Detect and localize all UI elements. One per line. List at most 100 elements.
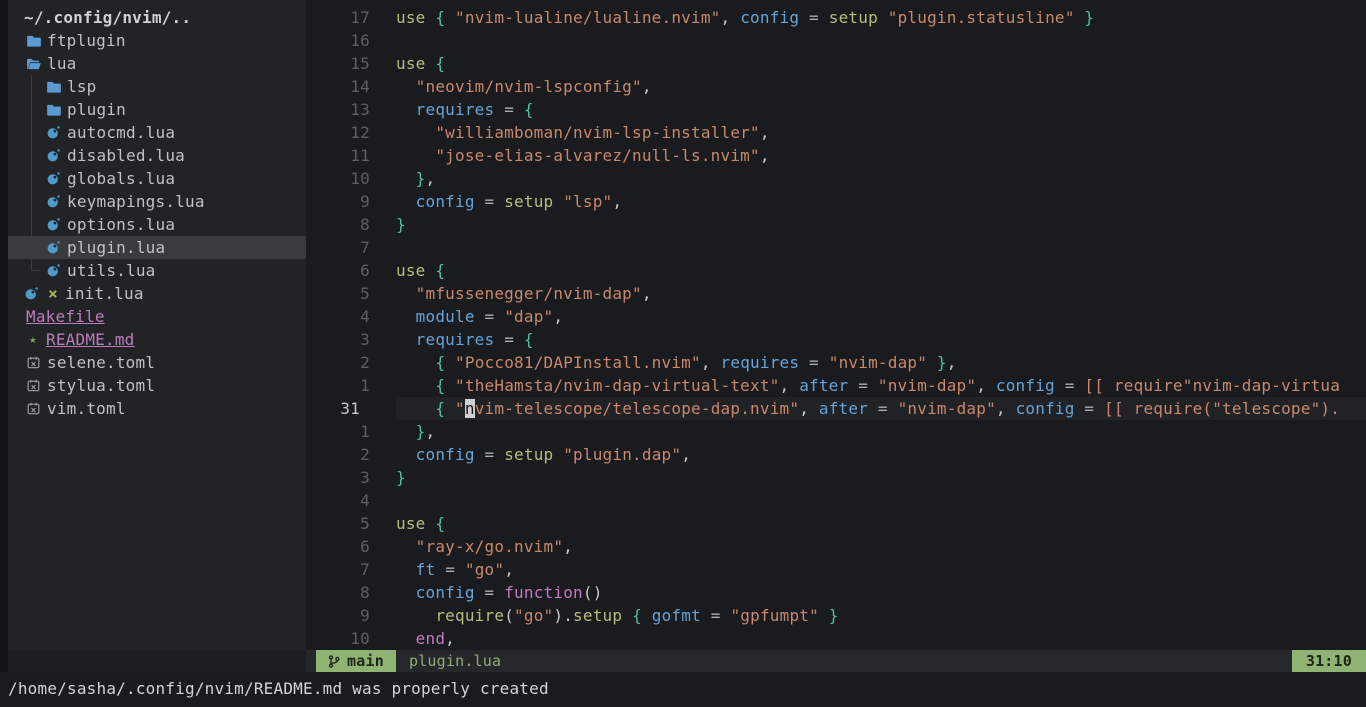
code-line[interactable]: 5use { xyxy=(306,512,1366,535)
code-line[interactable]: 15use { xyxy=(306,52,1366,75)
code-token xyxy=(396,583,416,602)
tree-item-lsp[interactable]: lsp xyxy=(8,75,306,98)
code-line[interactable]: 4 module = "dap", xyxy=(306,305,1366,328)
code-line-text: { "theHamsta/nvim-dap-virtual-text", aft… xyxy=(396,374,1366,397)
code-line-text: }, xyxy=(396,167,1366,190)
tree-item-readme-md[interactable]: ★README.md xyxy=(8,328,306,351)
code-line[interactable]: 8 config = function() xyxy=(306,581,1366,604)
code-line[interactable]: 10 }, xyxy=(306,167,1366,190)
tree-item-init-lua[interactable]: ×init.lua xyxy=(8,282,306,305)
tree-item-makefile[interactable]: Makefile xyxy=(8,305,306,328)
code-line[interactable]: 13 requires = { xyxy=(306,98,1366,121)
code-token: () xyxy=(583,583,603,602)
code-token: = xyxy=(485,307,495,326)
code-token: , xyxy=(701,353,721,372)
editor-pane[interactable]: 1 7 use { "nvim-lualine/lualine.nvim", con… xyxy=(306,0,1366,650)
code-token xyxy=(494,100,504,119)
code-line[interactable]: 5 "mfussenegger/nvim-dap", xyxy=(306,282,1366,305)
code-token: { xyxy=(524,330,534,349)
tree-root-path[interactable]: ~/.config/nvim/.. xyxy=(8,6,306,29)
tree-item-keymapings-lua[interactable]: keymapings.lua xyxy=(8,190,306,213)
line-number: 16 xyxy=(306,29,396,52)
code-line[interactable]: 31 { "nvim-telescope/telescope-dap.nvim"… xyxy=(306,397,1366,420)
code-token: vim-telescope/telescope-dap.nvim" xyxy=(475,399,799,418)
code-token: [[ require("telescope"). xyxy=(1104,399,1340,418)
code-token xyxy=(445,353,455,372)
tree-item-utils-lua[interactable]: utils.lua xyxy=(8,259,306,282)
lua-icon xyxy=(46,126,61,139)
code-line[interactable]: 6 "ray-x/go.nvim", xyxy=(306,535,1366,558)
code-line[interactable]: 12 "williamboman/nvim-lsp-installer", xyxy=(306,121,1366,144)
toml-icon xyxy=(26,379,41,392)
tree-item-vim-toml[interactable]: vim.toml xyxy=(8,397,306,420)
code-token: = xyxy=(504,330,514,349)
line-number: 9 xyxy=(306,604,396,627)
tree-item-globals-lua[interactable]: globals.lua xyxy=(8,167,306,190)
code-token xyxy=(445,8,455,27)
code-token: = xyxy=(485,583,495,602)
code-token: = xyxy=(809,8,819,27)
code-line[interactable]: 7 ft = "go", xyxy=(306,558,1366,581)
code-line[interactable]: 9 config = setup "lsp", xyxy=(306,190,1366,213)
line-number: 10 xyxy=(306,627,396,650)
star-icon: ★ xyxy=(26,328,40,351)
code-line[interactable]: 10 end, xyxy=(306,627,1366,650)
code-line[interactable]: 4 xyxy=(306,489,1366,512)
code-token xyxy=(494,192,504,211)
tree-item-disabled-lua[interactable]: disabled.lua xyxy=(8,144,306,167)
tree-indent-guide-corner xyxy=(31,270,41,271)
statusline: main plugin.lua 31:10 xyxy=(306,650,1366,672)
code-line[interactable]: 7 xyxy=(306,236,1366,259)
code-line[interactable]: 11 "jose-elias-alvarez/null-ls.nvim", xyxy=(306,144,1366,167)
code-token: , xyxy=(760,123,770,142)
code-line[interactable]: 3} xyxy=(306,466,1366,489)
git-branch-name: main xyxy=(347,650,384,673)
code-line[interactable]: 9 require("go").setup { gofmt = "gpfumpt… xyxy=(306,604,1366,627)
code-line-text: requires = { xyxy=(396,98,1366,121)
code-token: config xyxy=(416,583,475,602)
code-token: use xyxy=(396,261,426,280)
cursor-block: n xyxy=(465,399,475,418)
code-line[interactable]: 3 requires = { xyxy=(306,328,1366,351)
code-token xyxy=(396,192,416,211)
tree-item-ftplugin[interactable]: ftplugin xyxy=(8,29,306,52)
tree-item-selene-toml[interactable]: selene.toml xyxy=(8,351,306,374)
code-token xyxy=(396,399,435,418)
code-token: requires xyxy=(416,330,495,349)
cursor-position-badge: 31:10 xyxy=(1292,650,1366,672)
tree-item-plugin[interactable]: plugin xyxy=(8,98,306,121)
code-line-text: require("go").setup { gofmt = "gpfumpt" … xyxy=(396,604,1366,627)
line-number: 1 xyxy=(306,374,396,397)
code-token xyxy=(445,399,455,418)
code-line[interactable]: 1 { "theHamsta/nvim-dap-virtual-text", a… xyxy=(306,374,1366,397)
code-token: = xyxy=(445,560,455,579)
code-token: config xyxy=(1016,399,1075,418)
code-token: } xyxy=(396,215,406,234)
code-line[interactable]: 2 { "Pocco81/DAPInstall.nvim", requires … xyxy=(306,351,1366,374)
code-line[interactable]: 14 "neovim/nvim-lspconfig", xyxy=(306,75,1366,98)
code-token: , xyxy=(976,376,996,395)
code-line[interactable]: 17use { "nvim-lualine/lualine.nvim", con… xyxy=(306,6,1366,29)
code-line-text: end, xyxy=(396,627,1366,650)
code-line[interactable]: 1 }, xyxy=(306,420,1366,443)
tree-item-stylua-toml[interactable]: stylua.toml xyxy=(8,374,306,397)
tree-item-options-lua[interactable]: options.lua xyxy=(8,213,306,236)
code-token: { xyxy=(435,261,445,280)
tree-item-label: disabled.lua xyxy=(67,144,185,167)
code-line-text: config = function() xyxy=(396,581,1366,604)
code-token: = xyxy=(809,353,819,372)
code-line[interactable]: 6use { xyxy=(306,259,1366,282)
tree-item-lua[interactable]: lua xyxy=(8,52,306,75)
code-line[interactable]: 16 xyxy=(306,29,1366,52)
tree-item-plugin-lua[interactable]: plugin.lua xyxy=(8,236,306,259)
code-line[interactable]: 2 config = setup "plugin.dap", xyxy=(306,443,1366,466)
code-token xyxy=(494,445,504,464)
code-token: requires xyxy=(416,100,495,119)
line-number: 9 xyxy=(306,190,396,213)
tree-item-label: init.lua xyxy=(65,282,144,305)
code-line-text: "jose-elias-alvarez/null-ls.nvim", xyxy=(396,144,1366,167)
code-token: "nvim-lualine/lualine.nvim" xyxy=(455,8,721,27)
code-token: setup xyxy=(829,8,878,27)
tree-item-autocmd-lua[interactable]: autocmd.lua xyxy=(8,121,306,144)
code-line[interactable]: 8} xyxy=(306,213,1366,236)
